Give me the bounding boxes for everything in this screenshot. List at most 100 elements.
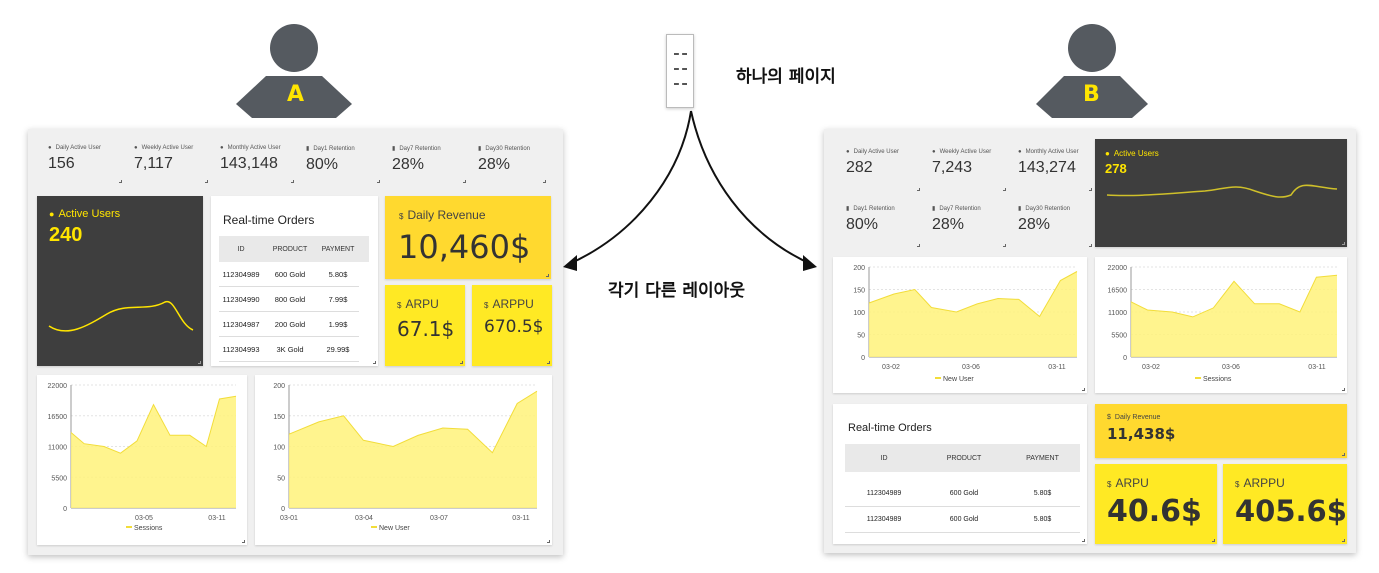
y-tick-label: 150 <box>853 288 865 295</box>
kpi-4[interactable]: ▮ Day7 Retention 28% <box>392 145 468 185</box>
sessions-chart-card[interactable]: 22000 16500 11000 5500 0 03-05 03-11 Sessions <box>37 375 247 545</box>
y-tick-label: 16500 <box>48 414 68 421</box>
order-payment: 5.80$ <box>328 269 348 279</box>
kpi-2[interactable]: ● Monthly Active User 143,274 <box>1018 149 1094 193</box>
arpu-value: 40.6$ <box>1107 494 1202 529</box>
bar-chart-icon: ▮ <box>932 206 936 212</box>
kpi-block: ● Daily Active User 282 ● Weekly Active User… <box>832 137 1092 249</box>
arpu-card[interactable]: $ ARPU 67.1$ <box>385 285 465 366</box>
kpi-label: ● Weekly Active User <box>932 149 992 155</box>
order-product: 3K Gold <box>276 344 304 354</box>
kpi-label: ▮ Day7 Retention <box>392 145 441 153</box>
kpi-value: 7,117 <box>134 155 173 172</box>
kpi-4[interactable]: ▮ Day7 Retention 28% <box>932 205 1008 249</box>
active-users-card[interactable]: ● Active Users 278 <box>1095 139 1347 247</box>
new-user-chart: 200 150 100 50 0 03-01 03-04 03-07 03-11 New User <box>273 383 538 532</box>
legend-label: Sessions <box>134 525 163 532</box>
kpi-5[interactable]: ▮ Day30 Retention 28% <box>1018 205 1094 249</box>
user-icon: ● <box>134 145 138 151</box>
y-tick-label: 5500 <box>1111 333 1127 340</box>
dollar-icon: $ <box>1235 480 1240 489</box>
order-product: 200 Gold <box>274 319 306 329</box>
different-layouts-caption: 각기 다른 레이아웃 <box>608 281 745 301</box>
kpi-value: 156 <box>48 155 75 172</box>
arrow-right-head <box>803 255 817 271</box>
kpi-label: ● Daily Active User <box>846 149 899 155</box>
kpi-label: ● Monthly Active User <box>1018 149 1079 155</box>
y-tick-label: 5500 <box>51 475 67 482</box>
active-users-card[interactable]: ● Active Users 240 <box>37 196 203 366</box>
table-row[interactable]: 112304989 600 Gold 5.80$ <box>845 507 1080 533</box>
y-tick-label: 0 <box>63 506 67 513</box>
x-tick-label: 03-11 <box>1308 364 1325 371</box>
kpi-label: ● Daily Active User <box>48 145 101 151</box>
kpi-1[interactable]: ● Weekly Active User 7,243 <box>932 149 1008 193</box>
orders-header-id: ID <box>880 454 888 462</box>
active-users-sparkline <box>48 301 194 332</box>
arppu-value: 670.5$ <box>484 317 544 337</box>
orders-header-payment: PAYMENT <box>321 245 355 253</box>
y-tick-label: 11000 <box>48 445 67 452</box>
realtime-orders-card[interactable]: Real-time Orders ID PRODUCT PAYMENT 1123… <box>833 404 1087 544</box>
series-area <box>869 271 1077 357</box>
kpi-value: 80% <box>846 216 879 233</box>
branch-arrows <box>563 110 817 271</box>
orders-header-payment: PAYMENT <box>1026 454 1059 462</box>
orders-header: ID PRODUCT PAYMENT <box>219 236 369 262</box>
y-tick-label: 16500 <box>1108 288 1128 295</box>
kpi-0[interactable]: ● Daily Active User 156 <box>48 145 124 185</box>
table-row[interactable]: 112304989 600 Gold 5.80$ <box>845 481 1080 507</box>
order-product: 600 Gold <box>949 516 979 523</box>
new-user-chart-card[interactable]: 200 150 100 50 0 03-01 03-04 03-07 03-11 New User <box>255 375 552 545</box>
table-row[interactable]: 112304987 200 Gold 1.99$ <box>219 312 359 337</box>
active-users-sparkline <box>1106 184 1338 198</box>
y-tick-label: 150 <box>273 414 285 421</box>
x-tick-label: 03-11 <box>208 515 225 522</box>
daily-revenue-label: $ Daily Revenue <box>399 208 486 222</box>
orders-header-product: PRODUCT <box>272 245 308 253</box>
kpi-5[interactable]: ▮ Day30 Retention 28% <box>478 145 548 185</box>
sessions-chart-card[interactable]: 22000 16500 11000 5500 0 03-02 03-06 03-11 Sessi… <box>1095 257 1347 393</box>
kpi-0[interactable]: ● Daily Active User 282 <box>846 149 922 193</box>
new-user-chart: 200 150 100 50 0 03-02 03-06 03-11 New User <box>853 265 1078 383</box>
user-icon: ● <box>1018 149 1022 155</box>
table-row[interactable]: 112304993 3K Gold 29.99$ <box>219 337 359 362</box>
table-row[interactable]: 112304990 800 Gold 7.99$ <box>219 287 359 312</box>
new-user-chart-card[interactable]: 200 150 100 50 0 03-02 03-06 03-11 New User <box>833 257 1087 393</box>
x-tick-label: 03-11 <box>1048 364 1065 371</box>
order-id: 112304989 <box>866 490 902 497</box>
bar-chart-icon: ▮ <box>1018 206 1022 212</box>
arpu-card[interactable]: $ ARPU 40.6$ <box>1095 464 1217 544</box>
dashboard-layout-a: ● Daily Active User 156 ● Weekly Active User… <box>28 129 563 555</box>
bar-chart-icon: ▮ <box>478 146 482 152</box>
user-icon: ● <box>220 145 224 151</box>
kpi-2[interactable]: ● Monthly Active User 143,148 <box>220 145 296 185</box>
x-tick-label: 03-06 <box>962 364 980 371</box>
y-tick-label: 0 <box>861 355 865 362</box>
daily-revenue-card[interactable]: $ Daily Revenue 10,460$ <box>385 196 551 279</box>
realtime-orders-card[interactable]: Real-time Orders ID PRODUCT PAYMENT 1123… <box>211 196 378 366</box>
table-row[interactable]: 112304989 600 Gold 5.80$ <box>219 262 359 287</box>
arppu-card[interactable]: $ ARPPU 670.5$ <box>472 285 552 366</box>
order-payment: 29.99$ <box>326 344 350 354</box>
user-a-letter: A <box>287 82 305 107</box>
bar-chart-icon: ▮ <box>306 146 310 152</box>
kpi-value: 28% <box>478 156 511 173</box>
bar-chart-icon: ▮ <box>392 146 396 152</box>
kpi-value: 28% <box>392 156 425 173</box>
kpi-label: ▮ Day30 Retention <box>1018 205 1071 213</box>
order-id: 112304987 <box>222 319 260 329</box>
order-payment: 7.99$ <box>328 294 348 304</box>
daily-revenue-card[interactable]: $ Daily Revenue 11,438$ <box>1095 404 1347 458</box>
orders-header-id: ID <box>237 245 245 253</box>
kpi-1[interactable]: ● Weekly Active User 7,117 <box>134 145 210 185</box>
kpi-3[interactable]: ▮ Day1 Retention 80% <box>306 145 382 185</box>
orders-header-product: PRODUCT <box>946 454 982 462</box>
user-b-letter: B <box>1083 82 1100 107</box>
order-id: 112304989 <box>866 516 902 523</box>
x-tick-label: 03-02 <box>1142 364 1160 371</box>
user-b-figure: B <box>1036 20 1148 118</box>
kpi-3[interactable]: ▮ Day1 Retention 80% <box>846 205 922 249</box>
arppu-card[interactable]: $ ARPPU 405.6$ <box>1223 464 1347 544</box>
order-product: 800 Gold <box>274 294 306 304</box>
